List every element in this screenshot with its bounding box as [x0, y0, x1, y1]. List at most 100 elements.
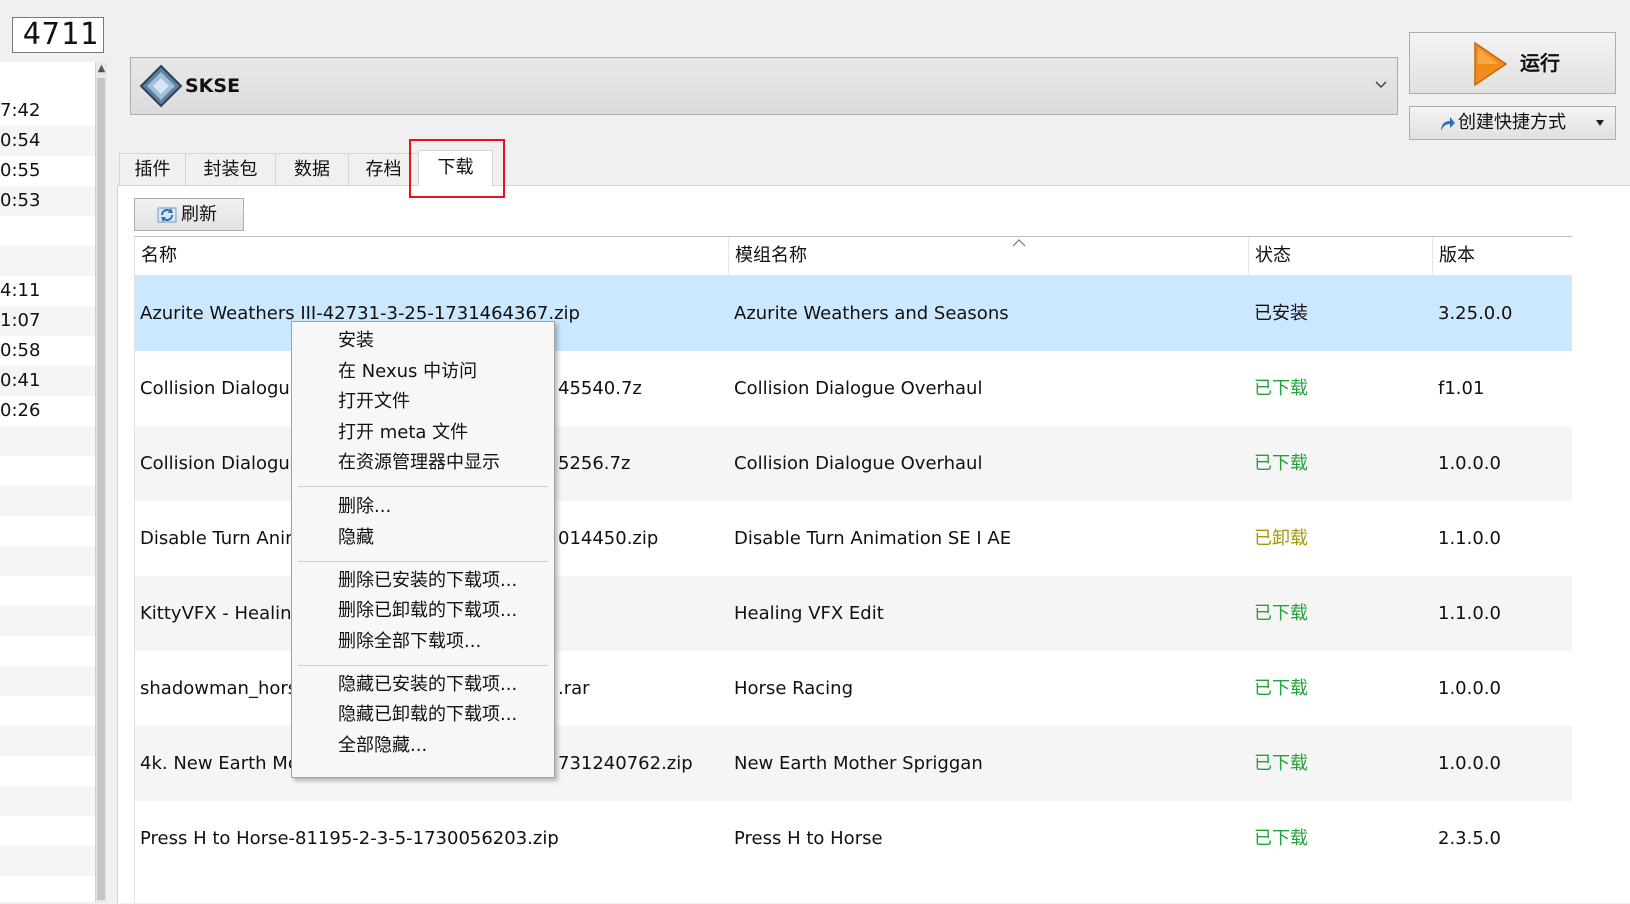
column-header-version[interactable]: 版本 — [1433, 237, 1572, 275]
menu-item-hide-uninstalled[interactable]: 隐藏已卸载的下载项... — [292, 700, 554, 730]
cell-version: 2.3.5.0 — [1438, 828, 1501, 849]
play-icon — [1474, 41, 1508, 87]
cell-name: Press H to Horse-81195-2-3-5-1730056203.… — [140, 828, 559, 849]
list-item — [0, 846, 95, 876]
menu-item-open-meta[interactable]: 打开 meta 文件 — [292, 418, 554, 448]
left-scrollbar[interactable]: ▲ — [95, 62, 107, 902]
list-item[interactable]: 0:54 — [0, 126, 95, 156]
cell-name-tail: 731240762.zip — [558, 753, 693, 774]
list-item[interactable]: 0:58 — [0, 336, 95, 366]
cell-mod-name: Collision Dialogue Overhaul — [734, 378, 983, 399]
cell-mod-name: Healing VFX Edit — [734, 603, 884, 624]
counter-display: 4711 — [12, 17, 104, 53]
cell-version: 1.1.0.0 — [1438, 528, 1501, 549]
menu-item-show-in-explorer[interactable]: 在资源管理器中显示 — [292, 448, 554, 478]
sort-ascending-icon — [1012, 239, 1026, 247]
create-shortcut-button[interactable]: 创建快捷方式 — [1409, 106, 1616, 140]
cell-name-tail: 5256.7z — [558, 453, 631, 474]
cell-version: 1.0.0.0 — [1438, 753, 1501, 774]
list-item[interactable]: 0:53 — [0, 186, 95, 216]
list-item[interactable]: 0:26 — [0, 396, 95, 426]
tab-plugins[interactable]: 插件 — [119, 153, 186, 185]
column-header-status[interactable]: 状态 — [1249, 237, 1433, 275]
scroll-up-icon[interactable]: ▲ — [96, 62, 107, 76]
shortcut-arrow-icon — [1441, 117, 1455, 131]
cell-status: 已下载 — [1254, 453, 1308, 474]
cell-version: 3.25.0.0 — [1438, 303, 1513, 324]
profile-name: SKSE — [185, 75, 241, 97]
list-item — [0, 486, 95, 516]
list-item — [0, 576, 95, 606]
cell-status: 已下载 — [1254, 828, 1308, 849]
list-item — [0, 726, 95, 756]
tab-archives[interactable]: 封装包 — [185, 153, 276, 185]
list-item — [0, 696, 95, 726]
menu-separator — [298, 486, 548, 487]
tab-data[interactable]: 数据 — [275, 153, 349, 185]
run-label: 运行 — [1520, 51, 1560, 75]
cell-name-tail: 014450.zip — [558, 528, 659, 549]
chevron-down-icon[interactable] — [1373, 76, 1389, 92]
cell-mod-name: Press H to Horse — [734, 828, 883, 849]
list-item — [0, 636, 95, 666]
cell-status: 已下载 — [1254, 753, 1308, 774]
cell-version: 1.0.0.0 — [1438, 453, 1501, 474]
list-item[interactable]: 1:07 — [0, 306, 95, 336]
cell-status: 已下载 — [1254, 678, 1308, 699]
list-item[interactable]: 7:42 — [0, 96, 95, 126]
list-item[interactable] — [0, 216, 95, 246]
menu-item-hide-installed[interactable]: 隐藏已安装的下载项... — [292, 670, 554, 700]
cell-name-tail: .rar — [558, 678, 590, 699]
cell-mod-name: Azurite Weathers and Seasons — [734, 303, 1009, 324]
cell-status: 已下载 — [1254, 603, 1308, 624]
menu-item-delete-all[interactable]: 删除全部下载项... — [292, 627, 554, 657]
column-header-name[interactable]: 名称 — [135, 237, 729, 275]
list-item[interactable]: 0:41 — [0, 366, 95, 396]
list-item — [0, 876, 95, 902]
cell-mod-name: Disable Turn Animation SE I AE — [734, 528, 1012, 549]
list-item — [0, 786, 95, 816]
list-item — [0, 456, 95, 486]
table-row[interactable]: Press H to Horse-81195-2-3-5-1730056203.… — [135, 801, 1572, 876]
refresh-icon — [157, 207, 177, 223]
list-item[interactable] — [0, 246, 95, 276]
left-list: 7:42 0:54 0:55 0:53 4:11 1:07 0:58 0:41 … — [0, 62, 95, 902]
menu-item-delete-installed[interactable]: 删除已安装的下载项... — [292, 566, 554, 596]
list-item — [0, 756, 95, 786]
list-item — [0, 816, 95, 846]
run-button[interactable]: 运行 — [1409, 32, 1616, 94]
menu-item-hide[interactable]: 隐藏 — [292, 523, 554, 553]
menu-item-visit-nexus[interactable]: 在 Nexus 中访问 — [292, 357, 554, 387]
menu-item-hide-all[interactable]: 全部隐藏... — [292, 731, 554, 761]
refresh-button[interactable]: 刷新 — [134, 198, 244, 231]
menu-item-delete-uninstalled[interactable]: 删除已卸载的下载项... — [292, 596, 554, 626]
scrollbar-thumb[interactable] — [97, 78, 105, 900]
cell-status: 已安装 — [1254, 303, 1308, 324]
list-item[interactable]: 0:55 — [0, 156, 95, 186]
menu-item-open-file[interactable]: 打开文件 — [292, 387, 554, 417]
list-item[interactable]: 4:11 — [0, 276, 95, 306]
menu-separator — [298, 665, 548, 666]
cell-mod-name: New Earth Mother Spriggan — [734, 753, 983, 774]
dropdown-arrow-icon[interactable] — [1595, 119, 1605, 127]
list-item — [0, 546, 95, 576]
menu-separator — [298, 561, 548, 562]
tab-downloads[interactable]: 下载 — [418, 150, 493, 186]
list-item — [0, 516, 95, 546]
context-menu: 安装 在 Nexus 中访问 打开文件 打开 meta 文件 在资源管理器中显示… — [291, 321, 555, 778]
list-item — [0, 426, 95, 456]
column-header-mod-name[interactable]: 模组名称 — [729, 237, 1249, 275]
skse-diamond-icon — [139, 64, 183, 108]
cell-status: 已卸载 — [1254, 528, 1308, 549]
profile-select[interactable]: SKSE — [130, 57, 1398, 115]
cell-version: 1.0.0.0 — [1438, 678, 1501, 699]
table-header: 名称 模组名称 状态 版本 — [135, 237, 1572, 276]
menu-item-delete[interactable]: 删除... — [292, 492, 554, 522]
cell-version: f1.01 — [1438, 378, 1485, 399]
cell-mod-name: Horse Racing — [734, 678, 853, 699]
cell-version: 1.1.0.0 — [1438, 603, 1501, 624]
menu-item-install[interactable]: 安装 — [292, 326, 554, 356]
shortcut-label: 创建快捷方式 — [1458, 112, 1566, 133]
tab-saves[interactable]: 存档 — [348, 153, 419, 185]
cell-mod-name: Collision Dialogue Overhaul — [734, 453, 983, 474]
